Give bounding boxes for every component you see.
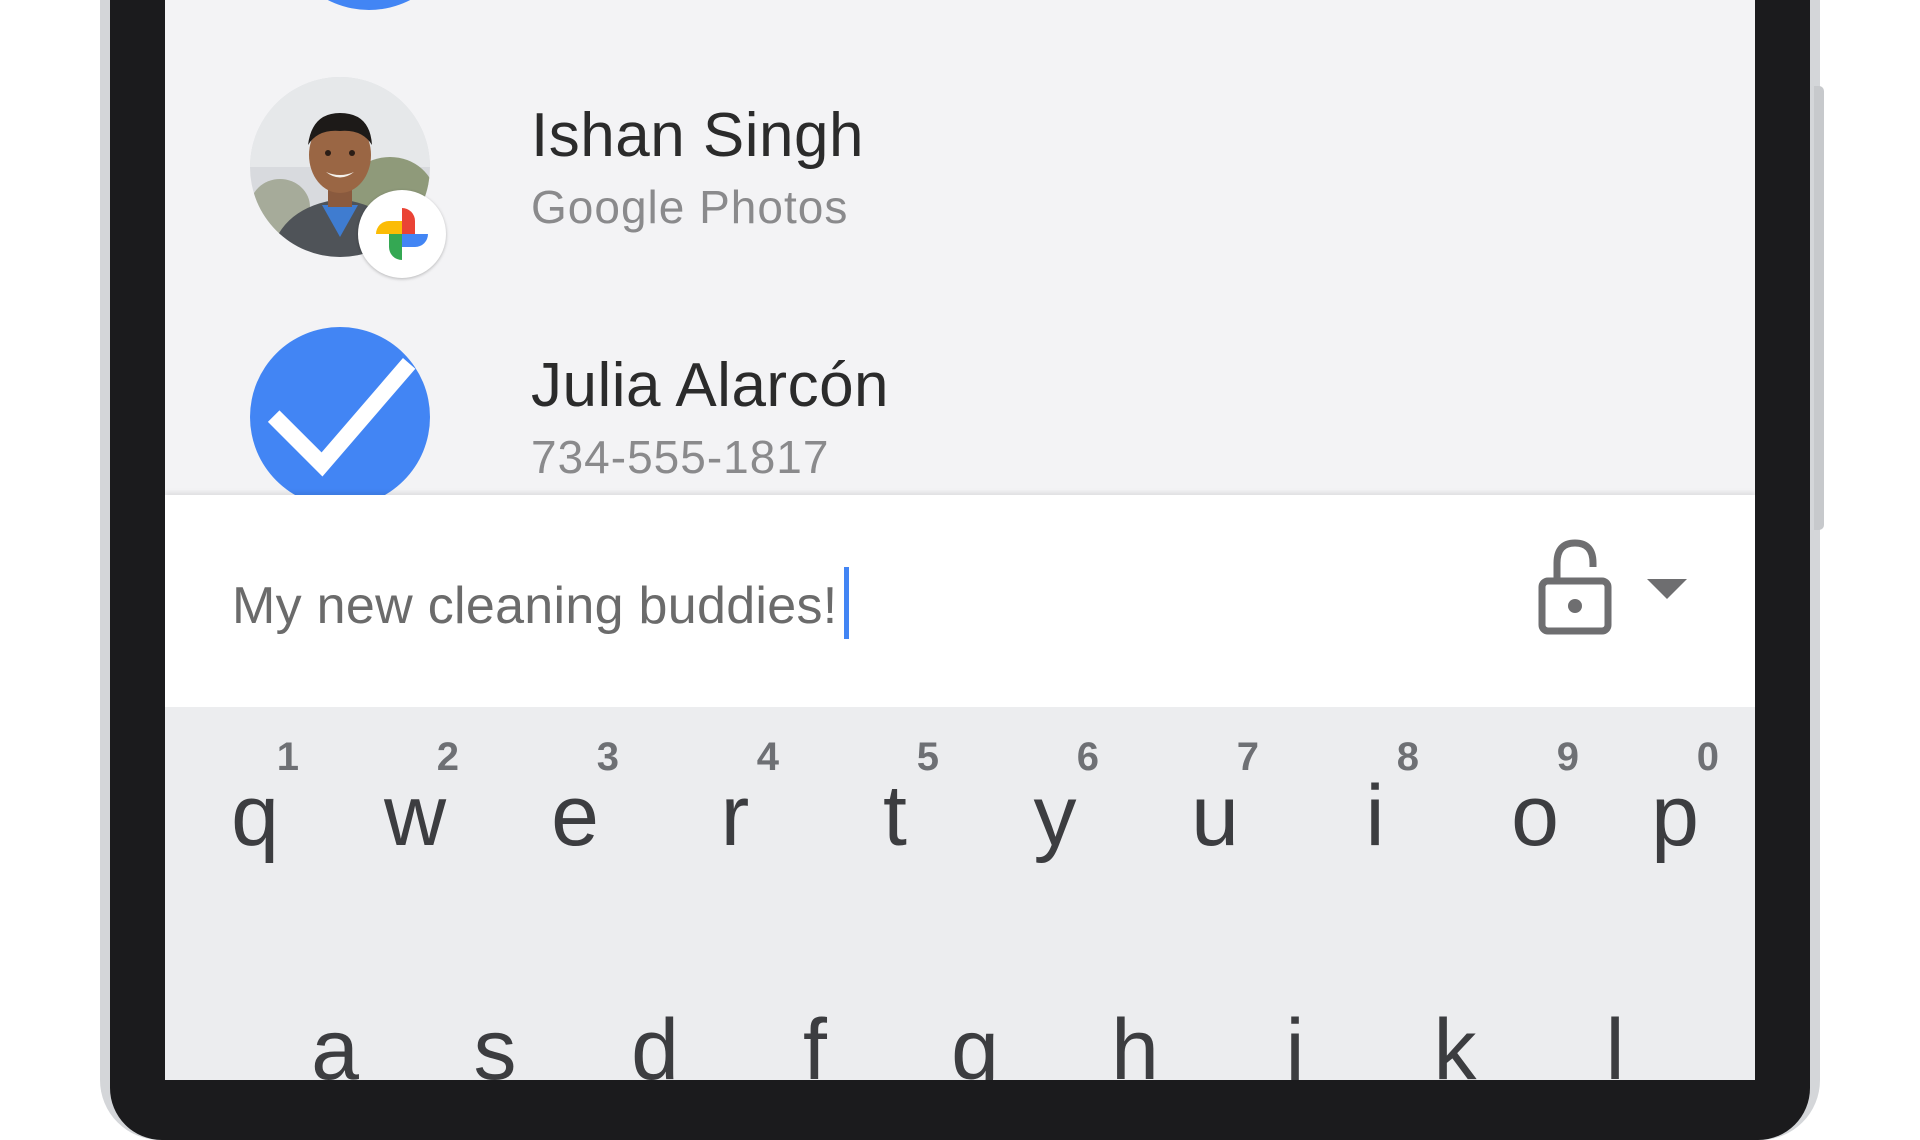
contact-avatar-partial[interactable] <box>279 0 459 10</box>
key-g[interactable]: g <box>905 707 1045 1080</box>
key-d[interactable]: d <box>585 707 725 1080</box>
key-letter: s <box>473 1002 517 1080</box>
key-f[interactable]: f <box>745 707 885 1080</box>
key-letter: a <box>311 1002 359 1080</box>
google-photos-badge <box>358 190 446 278</box>
key-s[interactable]: s <box>425 707 565 1080</box>
google-photos-icon <box>376 208 428 260</box>
contact-avatar-selected <box>250 327 430 507</box>
key-letter: j <box>1285 1002 1305 1080</box>
triangle-down-icon[interactable] <box>1643 573 1691 603</box>
message-composer: My new cleaning buddies! <box>165 495 1755 707</box>
key-letter: g <box>951 1002 999 1080</box>
message-input[interactable]: My new cleaning buddies! <box>232 567 849 639</box>
contact-phone-number: 734-555-1817 <box>531 431 830 483</box>
contact-row-ishan-singh[interactable]: Ishan Singh Google Photos <box>165 70 1755 320</box>
key-letter: f <box>803 1002 827 1080</box>
key-l[interactable]: l <box>1545 707 1685 1080</box>
unlocked-lock-icon[interactable] <box>1537 537 1613 635</box>
contact-name: Julia Alarcón <box>531 351 890 420</box>
key-letter: h <box>1111 1002 1159 1080</box>
message-input-text: My new cleaning buddies! <box>232 577 838 635</box>
key-letter: l <box>1605 1002 1625 1080</box>
key-letter: d <box>631 1002 679 1080</box>
key-letter: k <box>1433 1002 1477 1080</box>
checkmark-icon <box>267 358 416 477</box>
phone-screen: Ishan Singh Google Photos Julia Alarcón … <box>165 0 1755 1080</box>
key-k[interactable]: k <box>1385 707 1525 1080</box>
key-a[interactable]: a <box>265 707 405 1080</box>
contact-source: Google Photos <box>531 181 849 233</box>
phone-side-button <box>1814 86 1824 530</box>
key-j[interactable]: j <box>1225 707 1365 1080</box>
text-cursor <box>843 567 849 639</box>
on-screen-keyboard: 1q 2w 3e 4r 5t 6y 7u 8i 9o 0p a s d f g … <box>165 707 1755 1080</box>
key-h[interactable]: h <box>1065 707 1205 1080</box>
contact-name: Ishan Singh <box>531 101 864 170</box>
